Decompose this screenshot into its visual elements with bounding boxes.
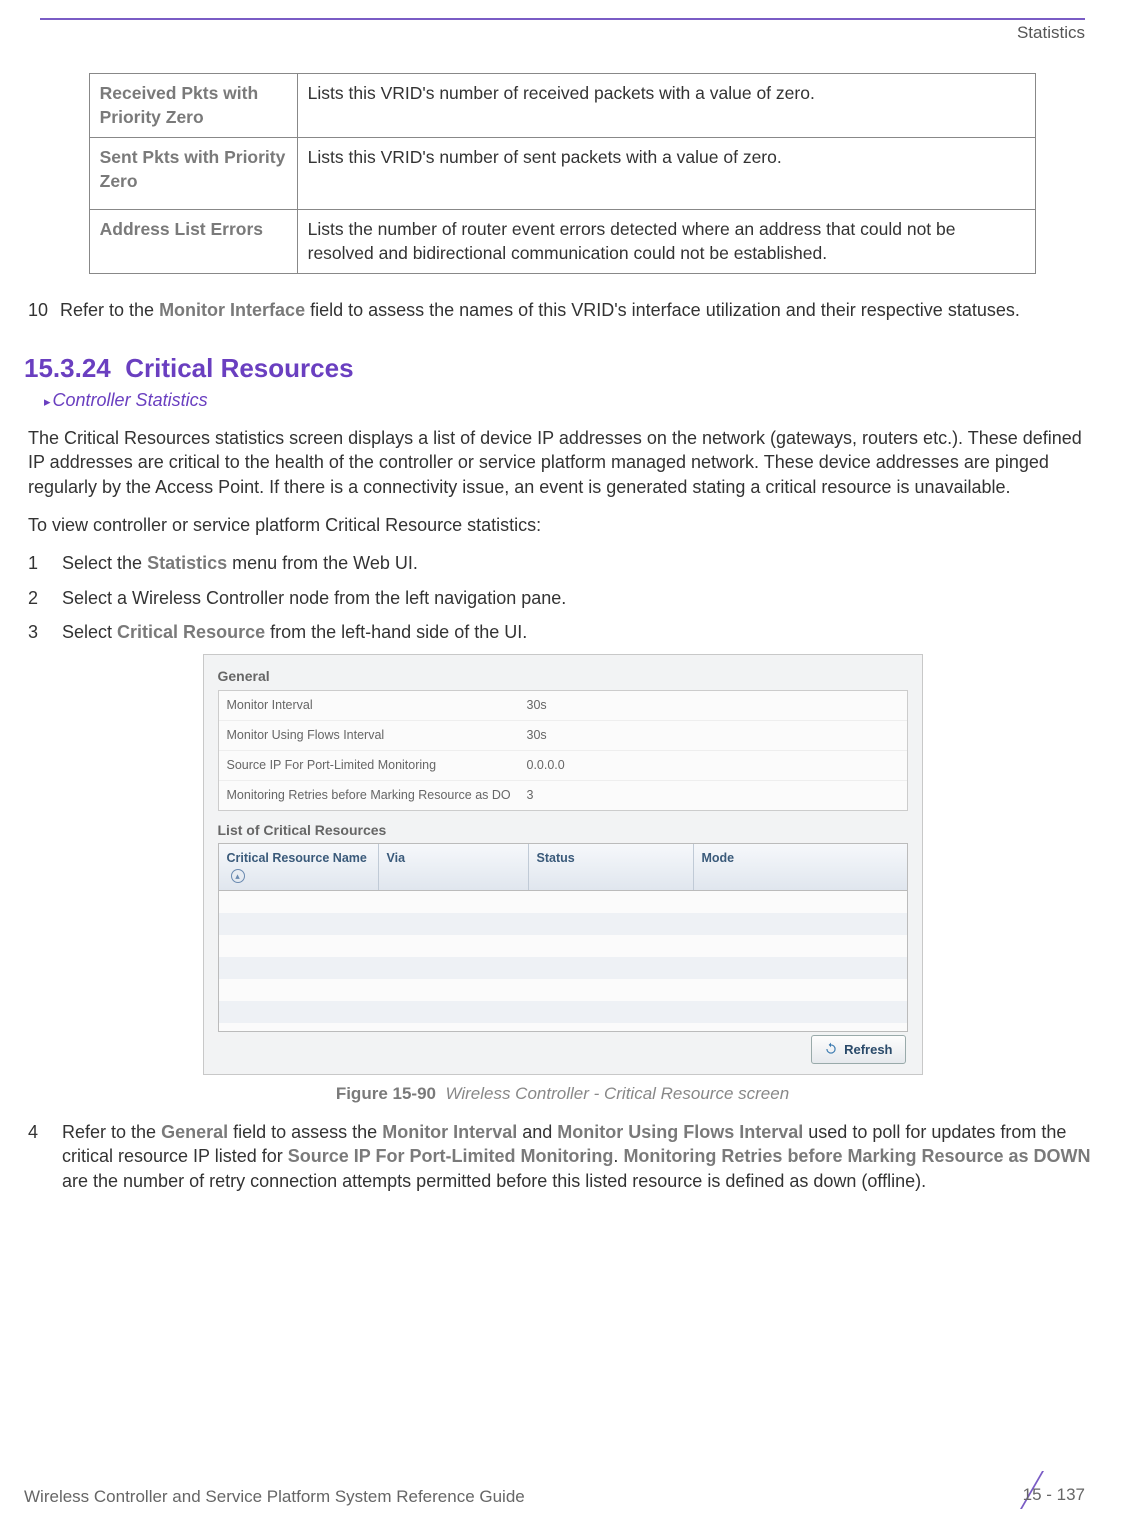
page-number-badge: 15 - 137 xyxy=(989,1471,1085,1509)
list-legend: List of Critical Resources xyxy=(218,821,908,840)
section-number: 15.3.24 xyxy=(24,353,111,383)
breadcrumb[interactable]: Controller Statistics xyxy=(44,388,1101,412)
monitor-flows-interval-label: Monitor Using Flows Interval xyxy=(557,1122,803,1142)
text: field to assess the xyxy=(228,1122,382,1142)
col-name[interactable]: Critical Resource Name ▴ xyxy=(219,844,379,890)
text: . xyxy=(613,1146,623,1166)
col-status[interactable]: Status xyxy=(529,844,694,890)
general-panel: Monitor Interval30s Monitor Using Flows … xyxy=(218,690,908,811)
text: menu from the Web UI. xyxy=(227,553,418,573)
table-row: Sent Pkts with Priority Zero Lists this … xyxy=(89,138,1036,210)
text: Select xyxy=(62,622,117,642)
step-text: Select a Wireless Controller node from t… xyxy=(62,586,566,610)
text: Select the xyxy=(62,553,147,573)
col-mode[interactable]: Mode xyxy=(694,844,907,890)
kv-key: Monitoring Retries before Marking Resour… xyxy=(227,787,527,804)
refresh-button[interactable]: Refresh xyxy=(811,1035,905,1065)
refresh-icon xyxy=(824,1042,838,1056)
text: Refer to the xyxy=(62,1122,161,1142)
step-3: Select Critical Resource from the left-h… xyxy=(28,620,1097,644)
kv-val: 3 xyxy=(527,787,534,804)
table-row: Received Pkts with Priority Zero Lists t… xyxy=(89,73,1036,137)
sort-asc-icon[interactable]: ▴ xyxy=(231,869,245,883)
page-footer: Wireless Controller and Service Platform… xyxy=(24,1471,1085,1509)
kv-val: 0.0.0.0 xyxy=(527,757,565,774)
step-text: Select Critical Resource from the left-h… xyxy=(62,620,527,644)
section-heading: 15.3.24 Critical Resources xyxy=(24,351,1101,386)
monitor-interval-label: Monitor Interval xyxy=(382,1122,517,1142)
step-text: Refer to the General field to assess the… xyxy=(62,1120,1097,1193)
monitor-interface-label: Monitor Interface xyxy=(159,300,305,320)
source-ip-label: Source IP For Port-Limited Monitoring xyxy=(288,1146,614,1166)
step-10: 10 Refer to the Monitor Interface field … xyxy=(24,298,1101,322)
general-label: General xyxy=(161,1122,228,1142)
col-via[interactable]: Via xyxy=(379,844,529,890)
figure-title: Wireless Controller - Critical Resource … xyxy=(445,1084,789,1103)
kv-row: Source IP For Port-Limited Monitoring0.0… xyxy=(219,751,907,781)
statistics-menu-label: Statistics xyxy=(147,553,227,573)
monitoring-retries-label: Monitoring Retries before Marking Resour… xyxy=(623,1146,1090,1166)
text: Refer to the xyxy=(60,300,159,320)
step-text: Select the Statistics menu from the Web … xyxy=(62,551,418,575)
page-number: 15 - 137 xyxy=(1023,1484,1085,1507)
table-header-row: Critical Resource Name ▴ Via Status Mode xyxy=(219,844,907,891)
kv-row: Monitor Interval30s xyxy=(219,691,907,721)
table-body-empty xyxy=(219,891,907,1031)
general-legend: General xyxy=(218,667,908,686)
text: from the left-hand side of the UI. xyxy=(265,622,527,642)
lead-paragraph: To view controller or service platform C… xyxy=(24,513,1101,537)
desc-cell: Lists this VRID's number of received pac… xyxy=(297,73,1036,137)
step-number: 10 xyxy=(28,298,54,322)
critical-resource-label: Critical Resource xyxy=(117,622,265,642)
term-cell: Address List Errors xyxy=(89,210,297,274)
text: are the number of retry connection attem… xyxy=(62,1171,926,1191)
kv-row: Monitor Using Flows Interval30s xyxy=(219,721,907,751)
section-title: Critical Resources xyxy=(125,353,353,383)
definitions-table: Received Pkts with Priority Zero Lists t… xyxy=(89,73,1037,275)
step-1: Select the Statistics menu from the Web … xyxy=(28,551,1097,575)
kv-key: Monitor Interval xyxy=(227,697,527,714)
embedded-screenshot: General Monitor Interval30s Monitor Usin… xyxy=(203,654,923,1075)
kv-row: Monitoring Retries before Marking Resour… xyxy=(219,781,907,810)
steps-list: Select the Statistics menu from the Web … xyxy=(24,551,1101,644)
resources-table: Critical Resource Name ▴ Via Status Mode xyxy=(218,843,908,1032)
text: field to assess the names of this VRID's… xyxy=(305,300,1020,320)
kv-key: Monitor Using Flows Interval xyxy=(227,727,527,744)
step-4: 4 Refer to the General field to assess t… xyxy=(24,1120,1101,1193)
desc-cell: Lists this VRID's number of sent packets… xyxy=(297,138,1036,210)
doc-title: Wireless Controller and Service Platform… xyxy=(24,1486,525,1509)
desc-cell: Lists the number of router event errors … xyxy=(297,210,1036,274)
refresh-label: Refresh xyxy=(844,1041,892,1059)
figure-number: Figure 15-90 xyxy=(336,1084,436,1103)
table-row: Address List Errors Lists the number of … xyxy=(89,210,1036,274)
step-number: 4 xyxy=(28,1120,44,1193)
kv-val: 30s xyxy=(527,727,547,744)
figure-caption: Figure 15-90 Wireless Controller - Criti… xyxy=(24,1083,1101,1106)
term-cell: Received Pkts with Priority Zero xyxy=(89,73,297,137)
step-text: Refer to the Monitor Interface field to … xyxy=(60,298,1020,322)
step-2: Select a Wireless Controller node from t… xyxy=(28,586,1097,610)
kv-val: 30s xyxy=(527,697,547,714)
intro-paragraph: The Critical Resources statistics screen… xyxy=(24,426,1101,499)
kv-key: Source IP For Port-Limited Monitoring xyxy=(227,757,527,774)
col-label: Critical Resource Name xyxy=(227,851,367,865)
term-cell: Sent Pkts with Priority Zero xyxy=(89,138,297,210)
header-section-label: Statistics xyxy=(0,20,1125,45)
text: and xyxy=(517,1122,557,1142)
